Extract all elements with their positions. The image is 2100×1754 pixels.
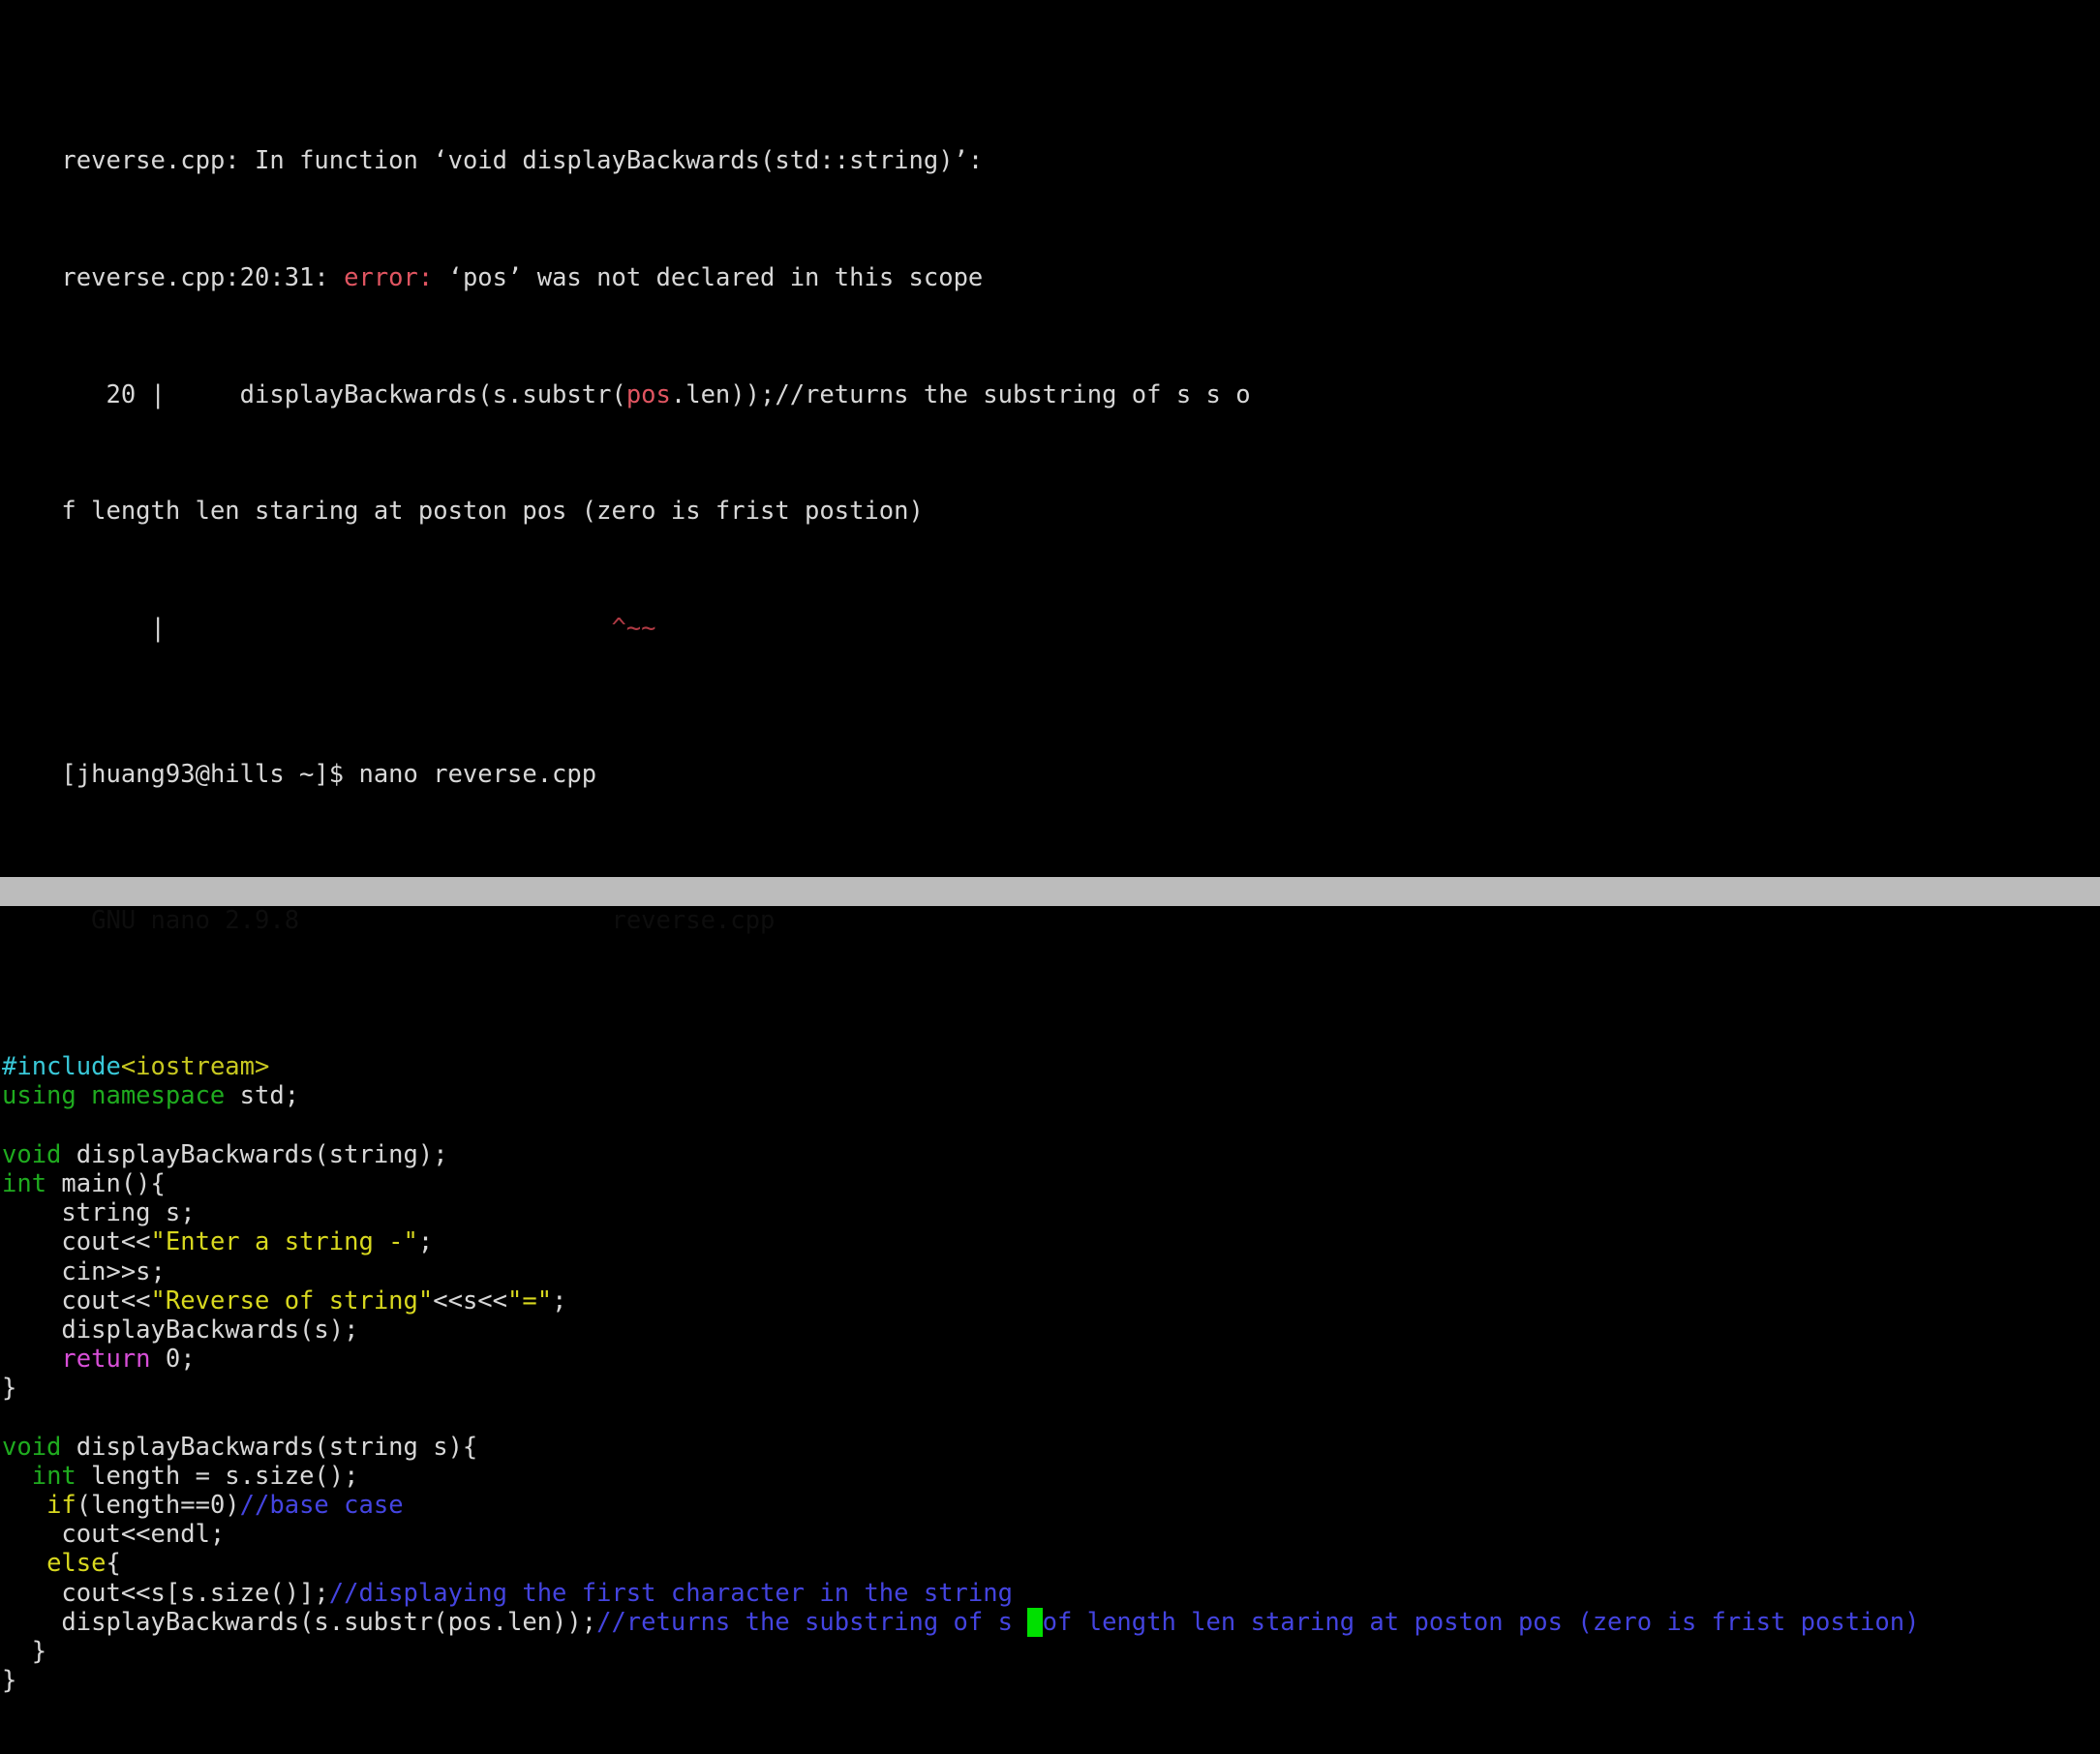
- compiler-function-signature: ‘void displayBackwards(std::string)’:: [433, 146, 984, 176]
- code-segment-cout-reverse-of-string-1: "Reverse of string": [150, 1285, 434, 1316]
- code-segment-else-open-1: else: [46, 1549, 107, 1579]
- code-segment-if-base-case-3: //base case: [239, 1491, 404, 1520]
- code-segment-int-length-2: length = s.size();: [76, 1461, 359, 1491]
- code-segment-cout-endl-0: cout<<endl;: [2, 1520, 226, 1550]
- code-line-cout-endl[interactable]: cout<<endl;: [0, 1520, 2100, 1549]
- error-source-code-after: .len));: [670, 379, 776, 409]
- code-line-int-length[interactable]: int length = s.size();: [0, 1462, 2100, 1491]
- code-segment-cout-first-char-0: cout<<s[s.size()];: [2, 1578, 329, 1608]
- code-segment-main-decl-1: main(){: [46, 1168, 166, 1198]
- code-segment-if-base-case-0: [2, 1491, 46, 1520]
- compiler-file-label: reverse.cpp:: [61, 146, 240, 176]
- code-line-proto-displaybackwards[interactable]: void displayBackwards(string);: [0, 1140, 2100, 1169]
- compiler-output-line-2: reverse.cpp:20:31: error: ‘pos’ was not …: [0, 234, 2100, 292]
- shell-command: nano reverse.cpp: [358, 760, 597, 790]
- code-segment-recursive-call-1: //returns the substring of s: [596, 1607, 1028, 1637]
- error-source-lineno: 20 |: [61, 379, 166, 409]
- code-segment-decl-string-s-0: string s;: [2, 1198, 196, 1228]
- code-segment-int-length-1: int: [31, 1461, 76, 1491]
- code-line-call-displaybackwards[interactable]: displayBackwards(s);: [0, 1316, 2100, 1345]
- code-segment-else-open-2: {: [106, 1549, 121, 1579]
- code-segment-if-base-case-1: if: [46, 1491, 76, 1520]
- code-segment-cout-enter-string-0: cout<<: [2, 1227, 151, 1257]
- code-line-blank-2[interactable]: [0, 1111, 2100, 1140]
- error-severity-label: error:: [344, 262, 434, 292]
- text-cursor: [1027, 1607, 1043, 1637]
- error-caret-marker: ^~~: [165, 614, 656, 644]
- shell-prompt: [jhuang93@hills ~]$: [61, 760, 359, 790]
- code-segment-recursive-call-0: displayBackwards(s.substr(pos.len));: [2, 1607, 597, 1637]
- code-segment-cout-enter-string-2: ;: [417, 1227, 434, 1257]
- code-segment-return-zero-0: [2, 1345, 61, 1374]
- error-source-comment: //returns the substring of s s o: [775, 379, 1251, 409]
- nano-filename-label: reverse.cpp: [611, 906, 776, 936]
- code-line-main-decl[interactable]: int main(){: [0, 1169, 2100, 1198]
- code-segment-if-base-case-2: (length==0): [76, 1491, 240, 1520]
- code-line-recursive-call[interactable]: displayBackwards(s.substr(pos.len));//re…: [0, 1607, 2100, 1637]
- code-segment-using-namespace-1: std;: [225, 1081, 300, 1111]
- code-segment-else-open-0: [2, 1549, 46, 1578]
- shell-prompt-line[interactable]: [jhuang93@hills ~]$ nano reverse.cpp: [0, 731, 2100, 789]
- code-segment-def-displaybackwards-1: displayBackwards(string s){: [61, 1432, 478, 1462]
- error-caret-gutter: |: [61, 614, 166, 644]
- code-line-blank-3[interactable]: [0, 1403, 2100, 1432]
- code-segment-close-main-0: }: [2, 1374, 17, 1404]
- code-segment-cout-reverse-of-string-0: cout<<: [2, 1285, 151, 1316]
- error-source-code-before: displayBackwards(s.substr(: [165, 379, 626, 409]
- code-segment-cout-reverse-of-string-4: ;: [552, 1285, 567, 1316]
- code-segment-return-zero-1: return: [61, 1345, 151, 1375]
- code-segment-recursive-call-3: of length len staring at poston pos (zer…: [1042, 1607, 1920, 1637]
- error-source-token-pos: pos: [625, 379, 671, 409]
- error-location: reverse.cpp:20:31:: [61, 262, 345, 292]
- compiler-output-line-1: reverse.cpp: In function ‘void displayBa…: [0, 117, 2100, 175]
- code-segment-proto-displaybackwards-0: void: [2, 1139, 62, 1169]
- code-segment-cout-enter-string-1: "Enter a string -": [150, 1227, 418, 1257]
- code-segment-return-zero-2: 0;: [150, 1345, 196, 1375]
- code-segment-close-function-0: }: [2, 1666, 17, 1696]
- compiler-output-line-3: 20 | displayBackwards(s.substr(pos.len))…: [0, 350, 2100, 409]
- code-segment-main-decl-0: int: [2, 1168, 47, 1198]
- code-segment-using-namespace-0: using namespace: [2, 1081, 226, 1111]
- code-line-cin-s[interactable]: cin>>s;: [0, 1257, 2100, 1286]
- terminal-window[interactable]: reverse.cpp: In function ‘void displayBa…: [0, 0, 2100, 1695]
- code-line-close-main[interactable]: }: [0, 1374, 2100, 1403]
- code-line-def-displaybackwards[interactable]: void displayBackwards(string s){: [0, 1433, 2100, 1462]
- error-source-comment-wrap: f length len staring at poston pos (zero…: [61, 497, 924, 527]
- code-line-return-zero[interactable]: return 0;: [0, 1345, 2100, 1374]
- code-line-decl-string-s[interactable]: string s;: [0, 1198, 2100, 1227]
- code-segment-def-displaybackwards-0: void: [2, 1432, 62, 1462]
- code-line-blank-1[interactable]: [0, 1023, 2100, 1052]
- nano-title-spacer: [299, 906, 611, 935]
- code-line-cout-first-char[interactable]: cout<<s[s.size()];//displaying the first…: [0, 1579, 2100, 1608]
- code-line-cout-enter-string[interactable]: cout<<"Enter a string -";: [0, 1227, 2100, 1256]
- compiler-in-function-text: In function: [239, 146, 434, 176]
- code-segment-close-else-0: }: [2, 1636, 47, 1666]
- code-line-cout-reverse-of-string[interactable]: cout<<"Reverse of string"<<s<<"=";: [0, 1286, 2100, 1316]
- nano-version-label: GNU nano 2.9.8: [61, 906, 300, 936]
- code-segment-include-1: <iostream>: [120, 1052, 270, 1082]
- nano-editor-buffer[interactable]: #include<iostream> using namespace std; v…: [0, 1023, 2100, 1695]
- code-line-close-else[interactable]: }: [0, 1637, 2100, 1666]
- code-segment-proto-displaybackwards-1: displayBackwards(string);: [61, 1139, 448, 1169]
- compiler-output-line-5-caret: | ^~~: [0, 585, 2100, 643]
- compiler-output-line-4-wrapped: f length len staring at poston pos (zero…: [0, 468, 2100, 526]
- code-segment-int-length-0: [2, 1462, 32, 1491]
- nano-title-bar: GNU nano 2.9.8 reverse.cpp: [0, 877, 2100, 935]
- code-segment-cout-reverse-of-string-2: <<s<<: [433, 1285, 507, 1316]
- code-line-else-open[interactable]: else{: [0, 1549, 2100, 1578]
- code-segment-cin-s-0: cin>>s;: [2, 1256, 166, 1286]
- code-segment-call-displaybackwards-0: displayBackwards(s);: [2, 1315, 359, 1345]
- code-line-if-base-case[interactable]: if(length==0)//base case: [0, 1491, 2100, 1520]
- code-line-include[interactable]: #include<iostream>: [0, 1052, 2100, 1081]
- error-message: ‘pos’ was not declared in this scope: [433, 262, 984, 292]
- code-segment-cout-first-char-1: //displaying the first character in the …: [328, 1578, 1013, 1608]
- code-line-using-namespace[interactable]: using namespace std;: [0, 1081, 2100, 1110]
- code-segment-include-0: #include: [2, 1052, 121, 1082]
- code-segment-cout-reverse-of-string-3: "=": [507, 1285, 553, 1316]
- code-line-close-function[interactable]: }: [0, 1666, 2100, 1695]
